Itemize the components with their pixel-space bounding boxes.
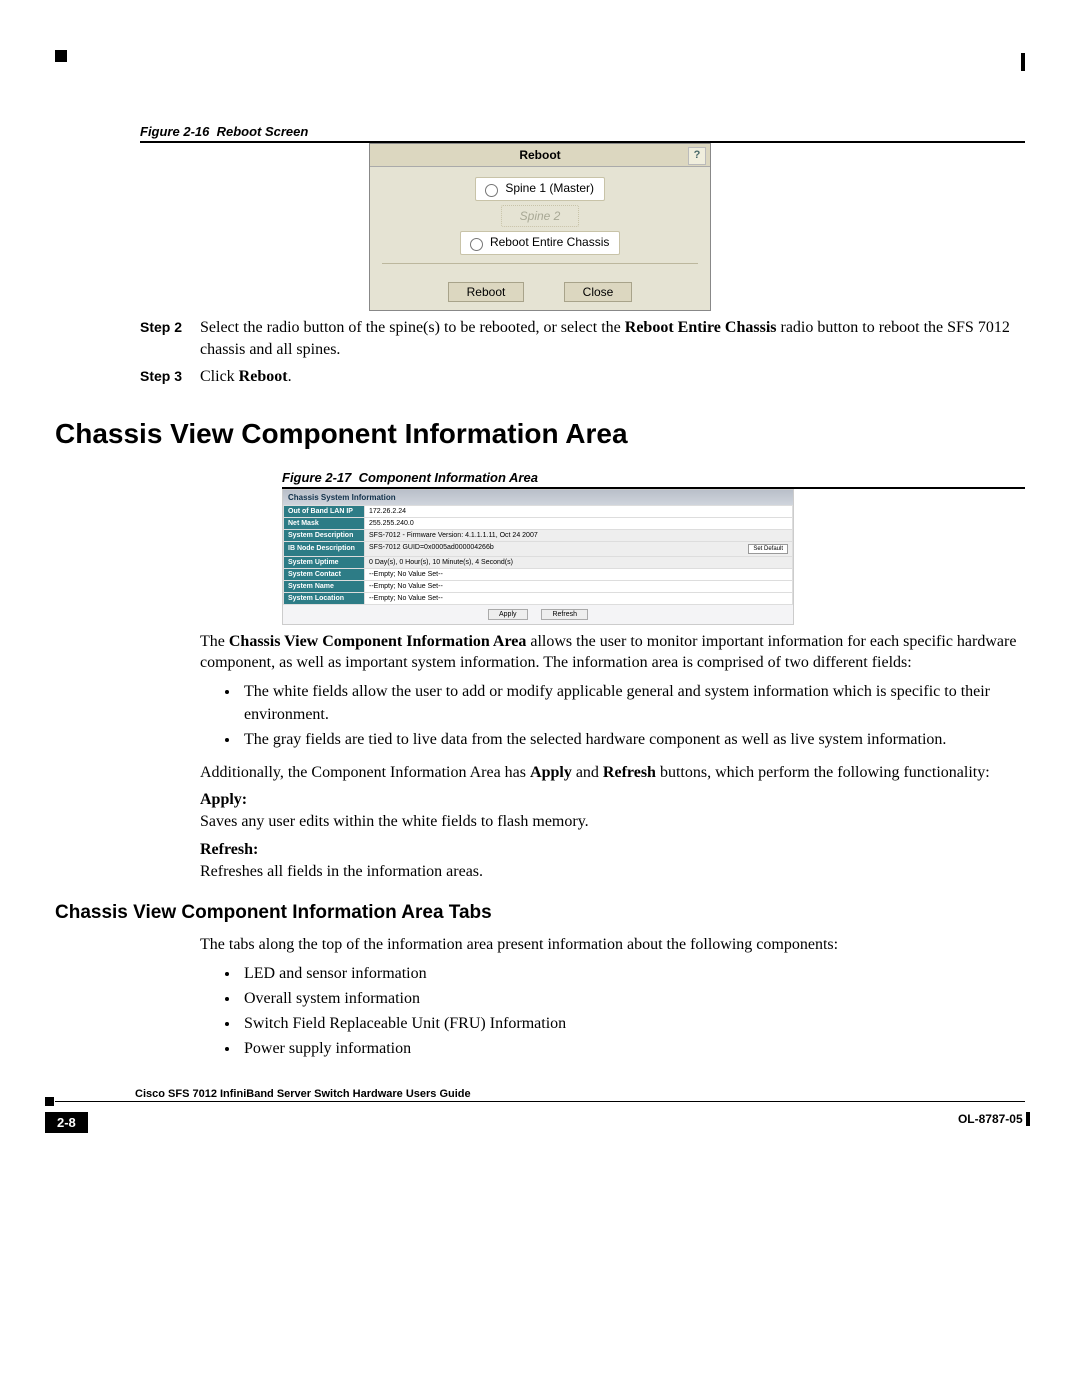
row-label: System Contact: [284, 568, 365, 580]
table-row: System Contact--Empty; No Value Set--: [284, 568, 793, 580]
row-label: System Name: [284, 580, 365, 592]
chassis-info-panel: Chassis System Information Out of Band L…: [282, 489, 794, 625]
set-default-button[interactable]: Set Default: [748, 544, 788, 554]
panel-header: Chassis System Information: [283, 490, 793, 505]
body-paragraph: Additionally, the Component Information …: [200, 762, 1025, 784]
reboot-option-entire-chassis[interactable]: Reboot Entire Chassis: [460, 231, 621, 255]
dialog-titlebar: Reboot ?: [370, 144, 710, 167]
figure-caption: Figure 2-17 Component Information Area: [282, 470, 1025, 485]
page-footer: Cisco SFS 7012 InfiniBand Server Switch …: [55, 1106, 1025, 1130]
row-value[interactable]: 172.26.2.24: [365, 505, 793, 517]
row-value[interactable]: 255.255.240.0: [365, 517, 793, 529]
reboot-option-spine1[interactable]: Spine 1 (Master): [475, 177, 605, 201]
list-item: Switch Field Replaceable Unit (FRU) Info…: [240, 1012, 1025, 1035]
step-2: Step 2 Select the radio button of the sp…: [140, 317, 1025, 360]
body-paragraph: The Chassis View Component Information A…: [200, 631, 1025, 674]
dialog-title: Reboot: [519, 148, 560, 162]
row-label: System Uptime: [284, 556, 365, 568]
row-value[interactable]: --Empty; No Value Set--: [365, 592, 793, 604]
figure-caption: Figure 2-16 Reboot Screen: [140, 124, 1025, 139]
refresh-heading: Refresh:: [200, 841, 1025, 859]
help-icon[interactable]: ?: [688, 147, 706, 165]
row-value[interactable]: --Empty; No Value Set--: [365, 580, 793, 592]
chassis-info-table: Out of Band LAN IP172.26.2.24Net Mask255…: [283, 505, 793, 605]
row-value: SFS-7012 GUID=0x0005ad000004266bSet Defa…: [365, 541, 793, 556]
refresh-text: Refreshes all fields in the information …: [200, 861, 1025, 883]
refresh-button[interactable]: Refresh: [541, 609, 588, 620]
step-label: Step 3: [140, 367, 200, 386]
step-text: Click Reboot.: [200, 366, 1025, 388]
step-label: Step 2: [140, 318, 200, 337]
tabs-intro: The tabs along the top of the informatio…: [200, 934, 1025, 956]
row-value: 0 Day(s), 0 Hour(s), 10 Minute(s), 4 Sec…: [365, 556, 793, 568]
reboot-dialog: Reboot ? Spine 1 (Master) Spine 2 Reboot…: [369, 143, 711, 311]
tabs-list: LED and sensor informationOverall system…: [220, 962, 1025, 1061]
table-row: Out of Band LAN IP172.26.2.24: [284, 505, 793, 517]
crop-marks: [55, 50, 1025, 64]
footer-page-number: 2-8: [45, 1112, 88, 1133]
section-heading: Chassis View Component Information Area: [55, 418, 1025, 450]
reboot-option-spine2: Spine 2: [501, 205, 580, 227]
table-row: System DescriptionSFS-7012 - Firmware Ve…: [284, 529, 793, 541]
row-label: System Location: [284, 592, 365, 604]
list-item: Overall system information: [240, 987, 1025, 1010]
list-item: The white fields allow the user to add o…: [240, 680, 1025, 726]
radio-label: Reboot Entire Chassis: [490, 235, 609, 249]
footer-book-title: Cisco SFS 7012 InfiniBand Server Switch …: [135, 1088, 471, 1100]
table-row: Net Mask255.255.240.0: [284, 517, 793, 529]
footer-rule: [55, 1101, 1025, 1102]
table-row: System Name--Empty; No Value Set--: [284, 580, 793, 592]
radio-spine1[interactable]: [485, 184, 498, 197]
radio-label: Spine 1 (Master): [505, 181, 594, 195]
table-row: System Uptime0 Day(s), 0 Hour(s), 10 Min…: [284, 556, 793, 568]
row-label: Out of Band LAN IP: [284, 505, 365, 517]
row-label: System Description: [284, 529, 365, 541]
list-item: The gray fields are tied to live data fr…: [240, 728, 1025, 751]
list-item: Power supply information: [240, 1037, 1025, 1060]
subsection-heading: Chassis View Component Information Area …: [55, 902, 1025, 924]
apply-button[interactable]: Apply: [488, 609, 528, 620]
step-text: Select the radio button of the spine(s) …: [200, 317, 1025, 360]
list-item: LED and sensor information: [240, 962, 1025, 985]
table-row: IB Node DescriptionSFS-7012 GUID=0x0005a…: [284, 541, 793, 556]
row-label: IB Node Description: [284, 541, 365, 556]
row-label: Net Mask: [284, 517, 365, 529]
apply-heading: Apply:: [200, 791, 1025, 809]
field-type-list: The white fields allow the user to add o…: [220, 680, 1025, 752]
radio-entire[interactable]: [470, 238, 483, 251]
row-value: SFS-7012 - Firmware Version: 4.1.1.1.11,…: [365, 529, 793, 541]
table-row: System Location--Empty; No Value Set--: [284, 592, 793, 604]
close-button[interactable]: Close: [564, 282, 633, 302]
radio-label: Spine 2: [520, 209, 561, 223]
row-value[interactable]: --Empty; No Value Set--: [365, 568, 793, 580]
step-3: Step 3 Click Reboot.: [140, 366, 1025, 388]
reboot-button[interactable]: Reboot: [448, 282, 525, 302]
apply-text: Saves any user edits within the white fi…: [200, 811, 1025, 833]
footer-doc-id: OL-8787-05: [958, 1112, 1030, 1127]
